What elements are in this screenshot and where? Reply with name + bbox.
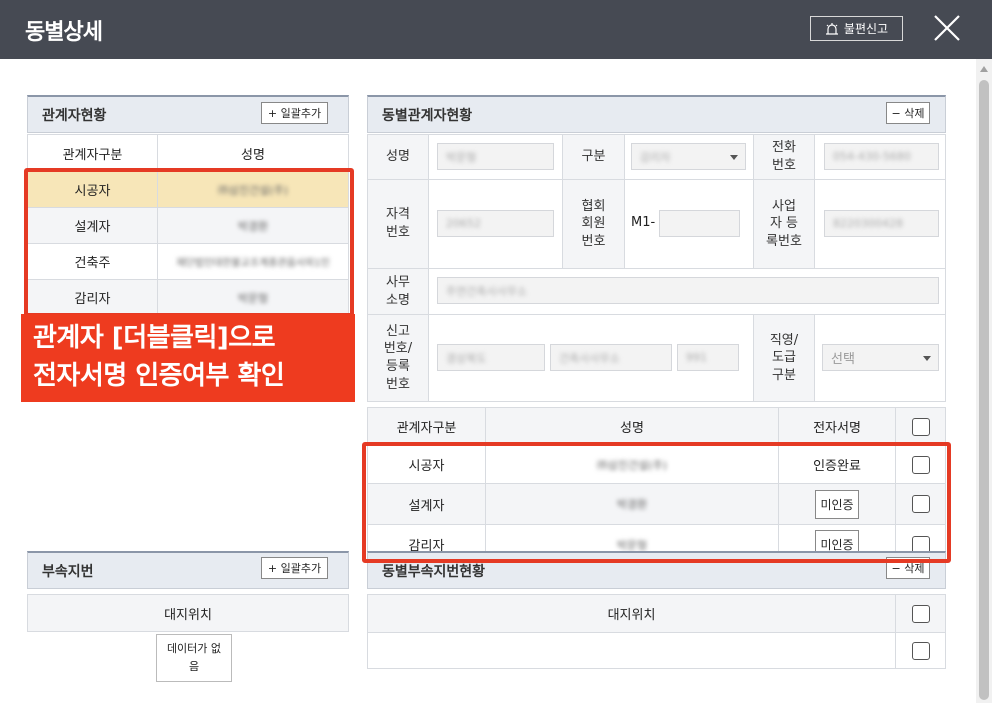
relations-bulk-add-button[interactable]: + 일괄추가	[261, 102, 328, 124]
highlight-box-relations	[24, 168, 354, 317]
sub-lot-status-title: 동별부속지번현황	[382, 563, 486, 580]
building-relations-title: 동별관계자현황	[382, 107, 473, 124]
label-office: 사무 소명	[367, 268, 429, 315]
bizno-input[interactable]: 8220300428	[824, 210, 939, 237]
callout-line-1: 관계자 [더블클릭]으로	[33, 323, 276, 353]
scrollbar-thumb[interactable]	[979, 80, 989, 700]
chevron-down-icon	[923, 356, 931, 361]
category-select[interactable]: 감리자	[631, 143, 746, 170]
col-relation-type: 관계자구분	[27, 134, 158, 172]
report-label: 불편신고	[843, 22, 889, 36]
sign-col-name: 성명	[485, 407, 779, 446]
report-input-2[interactable]: 건축사사무소	[550, 344, 672, 371]
label-category: 구분	[562, 134, 625, 180]
bizno-value: 8220300428	[833, 217, 903, 230]
report-input-3[interactable]: 991	[677, 344, 739, 371]
label-report: 신고 번호/ 등록 번호	[367, 314, 429, 402]
table-row[interactable]	[367, 632, 946, 669]
assoc-input[interactable]	[659, 210, 740, 237]
window-title: 동별상세	[25, 20, 103, 45]
report-value-1: 경상북도	[446, 351, 487, 365]
name-value: 박문형	[446, 150, 477, 164]
sub-lot-status-table: 대지위치	[367, 594, 946, 669]
category-value: 감리자	[640, 150, 671, 164]
select-all-checkbox[interactable]	[911, 604, 930, 623]
office-input[interactable]: 주연건축사사무소	[437, 277, 939, 304]
label-license: 자격 번호	[367, 179, 429, 269]
sub-lot-bulk-add-button[interactable]: + 일괄추가	[261, 557, 328, 579]
highlight-box-signatures	[362, 442, 951, 563]
report-value-3: 991	[686, 351, 707, 364]
callout-line-2: 전자서명 인증여부 확인	[33, 361, 285, 391]
label-phone: 전화 번호	[753, 134, 815, 180]
report-input-1[interactable]: 경상북도	[437, 344, 545, 371]
assoc-prefix: M1-	[631, 215, 656, 230]
empty-data-message: 데이터가 없음	[156, 634, 232, 682]
label-bizno: 사업 자 등 록번호	[753, 179, 815, 269]
select-all-checkbox[interactable]	[911, 417, 930, 436]
title-bar: 동별상세 불편신고	[0, 0, 992, 59]
report-value-2: 건축사사무소	[559, 351, 620, 365]
siren-icon	[825, 22, 838, 35]
label-association: 협회 회원 번호	[562, 179, 625, 269]
chevron-down-icon	[730, 155, 738, 160]
sign-col-signature: 전자서명	[778, 407, 896, 446]
direct-select[interactable]: 선택	[822, 344, 939, 371]
row-checkbox[interactable]	[911, 641, 930, 660]
building-relations-delete-button[interactable]: − 삭제	[886, 102, 930, 124]
label-name: 성명	[367, 134, 429, 180]
building-relations-panel-header: 동별관계자현황	[367, 95, 946, 133]
license-input[interactable]: 20652	[437, 210, 554, 237]
close-icon[interactable]	[932, 13, 962, 43]
col-name: 성명	[157, 134, 349, 172]
label-direct: 직영/ 도급 구분	[753, 314, 815, 402]
sub-lot-title: 부속지번	[42, 563, 94, 580]
direct-placeholder: 선택	[831, 352, 855, 367]
license-value: 20652	[446, 217, 481, 230]
sub-lot-col-location: 대지위치	[27, 594, 349, 632]
name-input[interactable]: 박문형	[437, 143, 554, 170]
scroll-up-arrow-icon[interactable]	[980, 66, 988, 72]
report-inconvenience-button[interactable]: 불편신고	[810, 16, 903, 41]
phone-value: 054-430-5680	[833, 150, 911, 163]
sub-lot-status-col-location: 대지위치	[367, 594, 896, 633]
annotation-callout: 관계자 [더블클릭]으로 전자서명 인증여부 확인	[21, 314, 355, 402]
phone-input[interactable]: 054-430-5680	[824, 143, 939, 170]
relations-panel-title: 관계자현황	[42, 107, 107, 124]
sign-col-type: 관계자구분	[367, 407, 486, 446]
office-value: 주연건축사사무소	[446, 284, 527, 298]
